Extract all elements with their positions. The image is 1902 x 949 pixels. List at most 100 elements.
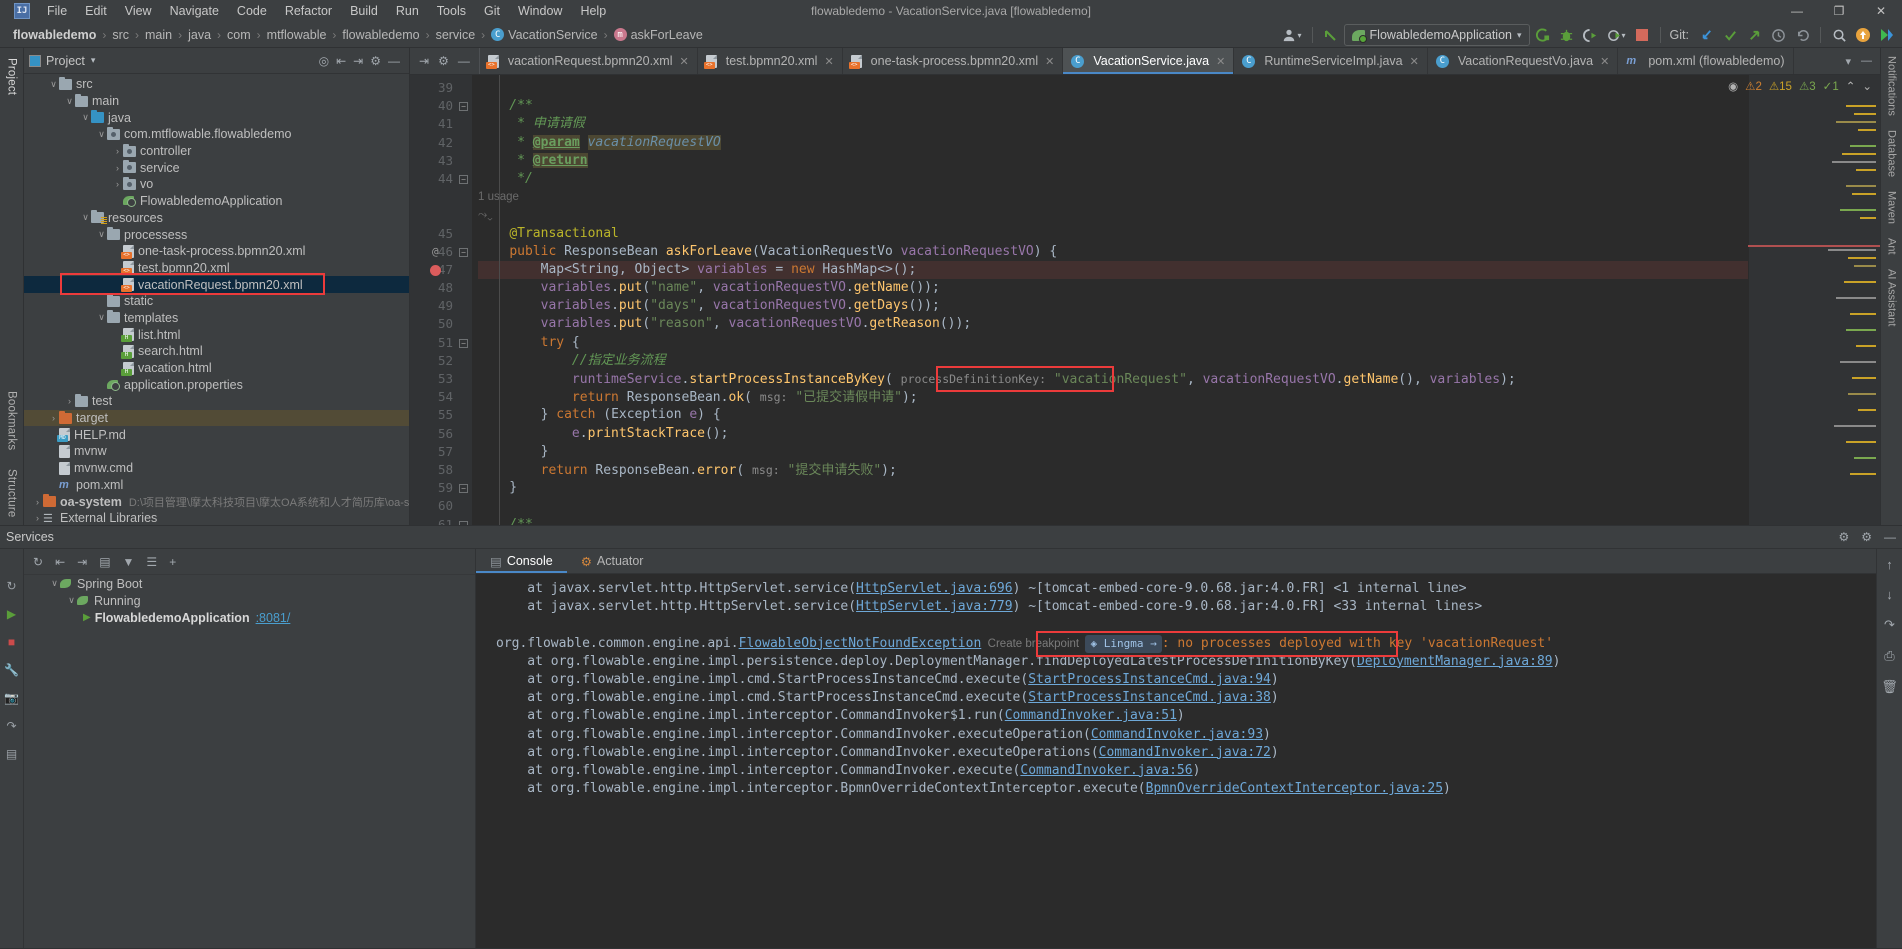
- editor-tab-runtimeserviceimpl-java[interactable]: C RuntimeServiceImpl.java ✕: [1234, 48, 1428, 74]
- console-line[interactable]: org.flowable.common.engine.api.FlowableO…: [496, 634, 1876, 653]
- code-line-46[interactable]: public ResponseBean askForLeave(Vacation…: [478, 243, 1748, 261]
- tree-item-pom-xml[interactable]: m pom.xml: [24, 477, 409, 494]
- line-number-57[interactable]: 57: [410, 443, 472, 461]
- tree-item-one-task-process-bpmn20-xml[interactable]: <> one-task-process.bpmn20.xml: [24, 243, 409, 260]
- code-line-49[interactable]: variables.put("days", vacationRequestVO.…: [478, 297, 1748, 315]
- services-item-spring-boot[interactable]: ∨ Spring Boot: [24, 575, 475, 592]
- update-project-icon[interactable]: [1695, 24, 1717, 46]
- line-number-51[interactable]: 51−: [410, 334, 472, 352]
- tree-item-vacationrequest-bpmn20-xml[interactable]: <> vacationRequest.bpmn20.xml: [24, 276, 409, 293]
- chevron-right-icon[interactable]: ›: [112, 179, 123, 189]
- tree-item-external-libraries[interactable]: › ☰ External Libraries: [24, 510, 409, 525]
- code-line-61[interactable]: /**: [478, 516, 1748, 526]
- hide-icon[interactable]: —: [458, 54, 470, 68]
- stack-trace-link[interactable]: DeploymentManager.java:89: [1357, 654, 1553, 669]
- add-icon[interactable]: +: [169, 555, 176, 569]
- console-line[interactable]: at org.flowable.engine.impl.persistence.…: [496, 653, 1876, 671]
- override-marker-icon[interactable]: @: [432, 243, 439, 261]
- tab-actuator[interactable]: ⚙ Actuator: [567, 549, 658, 573]
- rail-item-ant[interactable]: Ant: [1886, 238, 1898, 255]
- line-number-47[interactable]: 47: [410, 261, 472, 279]
- tree-item-oa-system[interactable]: › oa-system D:\项目管理\摩太科技项目\摩太OA系统和人才简历库\oa…: [24, 493, 409, 510]
- menu-window[interactable]: Window: [509, 2, 571, 20]
- breadcrumb-mtflowable[interactable]: mtflowable: [267, 28, 327, 42]
- code-line-45[interactable]: @Transactional: [478, 225, 1748, 243]
- menu-tools[interactable]: Tools: [428, 2, 475, 20]
- code-line-39[interactable]: [478, 79, 1748, 97]
- tree-item-mvnw[interactable]: mvnw: [24, 443, 409, 460]
- inspection-eye-icon[interactable]: ◉: [1728, 79, 1738, 93]
- stack-trace-link[interactable]: StartProcessInstanceCmd.java:94: [1028, 672, 1271, 687]
- code-line-57[interactable]: }: [478, 443, 1748, 461]
- services-item-running[interactable]: ∨ Running: [24, 592, 475, 609]
- line-number-55[interactable]: 55: [410, 406, 472, 424]
- prev-problem-icon[interactable]: ⌃: [1846, 79, 1856, 93]
- chevron-right-icon[interactable]: ›: [112, 163, 123, 173]
- commit-icon[interactable]: [1719, 24, 1741, 46]
- rail-item-database[interactable]: Database: [1886, 130, 1898, 177]
- filter-icon[interactable]: ▼: [123, 555, 135, 569]
- breadcrumb-askforleave[interactable]: m askForLeave: [613, 28, 703, 42]
- menu-edit[interactable]: Edit: [76, 2, 116, 20]
- editor-tab-vacationrequestvo-java[interactable]: C VacationRequestVo.java ✕: [1428, 48, 1619, 74]
- code-content[interactable]: /** * 申请请假 * @param vacationRequestVO * …: [472, 75, 1748, 525]
- code-line-52[interactable]: //指定业务流程: [478, 352, 1748, 370]
- editor-tab-vacationrequest-bpmn20-xml[interactable]: <> vacationRequest.bpmn20.xml ✕: [480, 48, 698, 74]
- hide-icon[interactable]: —: [1884, 530, 1896, 544]
- fold-toggle-icon[interactable]: −: [459, 102, 468, 112]
- next-problem-icon[interactable]: ⌄: [1862, 79, 1872, 93]
- close-icon[interactable]: ✕: [824, 55, 833, 68]
- menu-help[interactable]: Help: [571, 2, 615, 20]
- tree-item-templates[interactable]: ∨ templates: [24, 310, 409, 327]
- settings-icon[interactable]: ⚙: [370, 54, 381, 68]
- push-icon[interactable]: [1743, 24, 1765, 46]
- tree-item-java[interactable]: ∨ java: [24, 109, 409, 126]
- breadcrumb-vacationservice[interactable]: C VacationService: [491, 28, 598, 42]
- chevron-down-icon[interactable]: ∨: [64, 96, 75, 107]
- breadcrumb-flowabledemo[interactable]: flowabledemo: [13, 28, 96, 42]
- tree-item-static[interactable]: static: [24, 293, 409, 310]
- tree-item-list-html[interactable]: Hlist.html: [24, 326, 409, 343]
- code-line-54[interactable]: return ResponseBean.ok( msg: "已提交请假申请");: [478, 388, 1748, 406]
- tree-item-test[interactable]: › test: [24, 393, 409, 410]
- chevron-right-icon[interactable]: ›: [32, 513, 43, 523]
- line-number-58[interactable]: 58: [410, 461, 472, 479]
- console-line[interactable]: at javax.servlet.http.HttpServlet.servic…: [496, 580, 1876, 598]
- line-number-39[interactable]: 39: [410, 79, 472, 97]
- line-number-59[interactable]: 59−: [410, 479, 472, 497]
- code-line[interactable]: ⤳⌄: [478, 206, 1748, 224]
- menu-run[interactable]: Run: [387, 2, 428, 20]
- line-number-41[interactable]: 41: [410, 115, 472, 133]
- editor-tab-test-bpmn20-xml[interactable]: <> test.bpmn20.xml ✕: [698, 48, 843, 74]
- console-line[interactable]: at org.flowable.engine.impl.cmd.StartPro…: [496, 671, 1876, 689]
- collapse-all-icon[interactable]: ⇥: [353, 54, 363, 68]
- chevron-right-icon[interactable]: ›: [112, 146, 123, 156]
- stack-trace-link[interactable]: BpmnOverrideContextInterceptor.java:25: [1146, 781, 1443, 796]
- exception-link[interactable]: FlowableObjectNotFoundException: [739, 636, 982, 651]
- rail-item-maven[interactable]: Maven: [1886, 191, 1898, 224]
- debug-button[interactable]: [1556, 24, 1578, 46]
- line-number-61[interactable]: 61−: [410, 516, 472, 525]
- code-line-47[interactable]: Map<String, Object> variables = new Hash…: [478, 260, 1748, 280]
- collapse-all-icon[interactable]: ⇥: [77, 555, 87, 569]
- breadcrumb-com[interactable]: com: [227, 28, 251, 42]
- chevron-down-icon[interactable]: ∨: [49, 578, 60, 589]
- ai-assistant-icon[interactable]: [1876, 24, 1898, 46]
- tab-console[interactable]: ▤ Console: [476, 549, 567, 573]
- chevron-down-icon[interactable]: ∨: [96, 312, 107, 323]
- breakpoint-icon[interactable]: [430, 264, 441, 276]
- rerun-icon[interactable]: ↻: [6, 579, 16, 593]
- stack-trace-link[interactable]: CommandInvoker.java:51: [1005, 708, 1177, 723]
- chevron-down-icon[interactable]: ∨: [96, 229, 107, 240]
- menu-git[interactable]: Git: [475, 2, 509, 20]
- code-line-56[interactable]: e.printStackTrace();: [478, 425, 1748, 443]
- rail-item-ai-assistant[interactable]: AI Assistant: [1886, 269, 1898, 326]
- tree-item-controller[interactable]: › controller: [24, 143, 409, 160]
- close-icon[interactable]: ✕: [680, 55, 689, 68]
- expand-all-icon[interactable]: ⇤: [55, 555, 65, 569]
- fold-toggle-icon[interactable]: −: [459, 520, 468, 525]
- code-line-59[interactable]: }: [478, 479, 1748, 497]
- breadcrumb-java[interactable]: java: [188, 28, 211, 42]
- stop-button[interactable]: [1631, 24, 1653, 46]
- chevron-right-icon[interactable]: ›: [32, 497, 43, 507]
